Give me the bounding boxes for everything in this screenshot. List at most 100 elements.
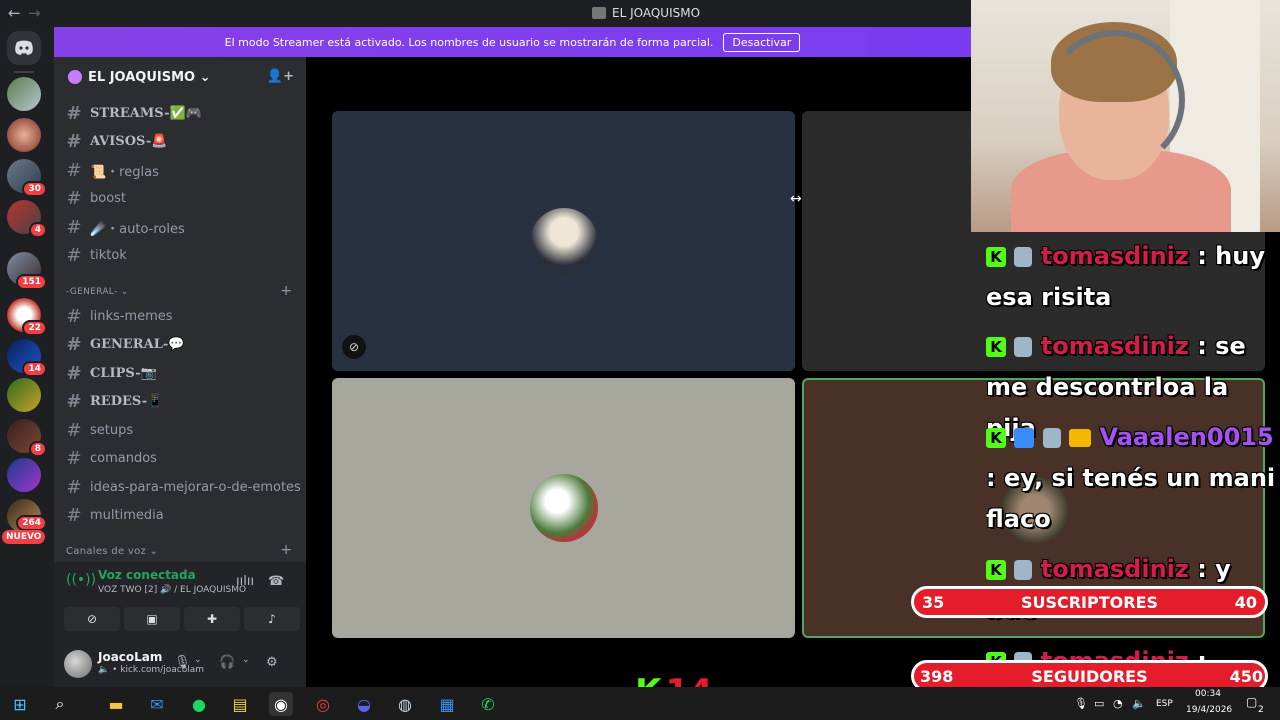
channel-name: ☄️・auto-roles <box>90 221 185 237</box>
voice-tile[interactable] <box>332 378 795 638</box>
crown-badge-icon <box>1069 429 1092 447</box>
channel-item[interactable]: # comandos <box>66 447 157 471</box>
voice-channel[interactable]: VOZ TWO [2] 🔊 / EL JOAQUISMO <box>98 585 246 595</box>
activities-button[interactable]: ✚ <box>184 607 240 631</box>
hash-icon: # <box>66 505 82 526</box>
category-voice[interactable]: Canales de voz ⌄ <box>66 546 158 557</box>
followers-label: SEGUIDORES <box>1031 667 1148 686</box>
server-icon[interactable]: 151 <box>7 252 47 290</box>
mail-icon[interactable]: ✉ <box>145 692 169 716</box>
store-icon[interactable]: ▦ <box>435 692 459 716</box>
channel-name: GENERAL-💬 <box>90 337 185 352</box>
search-icon[interactable]: ⌕ <box>48 692 72 716</box>
voice-tile[interactable]: ⊘ <box>332 111 795 371</box>
category-general[interactable]: -GENERAL- ⌄ <box>66 287 129 297</box>
invite-people-icon[interactable]: 👤+ <box>267 69 294 84</box>
channel-name: multimedia <box>90 508 164 523</box>
channel-item[interactable]: # GENERAL-💬 <box>66 333 184 357</box>
clock-time[interactable]: 00:34 <box>1195 689 1221 699</box>
chat-message: K tomasdiniz : huy esa risita <box>986 236 1276 318</box>
discord-icon[interactable]: ◒ <box>352 692 376 716</box>
spotify-icon[interactable]: ● <box>187 692 211 716</box>
windows-start-icon[interactable]: ⊞ <box>8 692 32 716</box>
hash-icon: # <box>66 391 82 412</box>
disconnect-icon[interactable]: ☎ <box>268 574 284 589</box>
banner-text: El modo Streamer está activado. Los nomb… <box>224 35 714 49</box>
channel-name: boost <box>90 191 127 206</box>
hash-icon: # <box>66 131 82 152</box>
obs-icon[interactable]: ◉ <box>269 692 293 716</box>
clock-date[interactable]: 19/4/2026 <box>1186 705 1232 715</box>
hash-icon: # <box>66 448 82 469</box>
back-arrow-icon[interactable]: ← <box>8 4 21 22</box>
channel-name: tiktok <box>90 248 127 263</box>
chat-message: K Vaaalen0015 : ey, si tenés un mani fla… <box>986 417 1276 540</box>
username[interactable]: JoacoLam <box>98 650 162 664</box>
subscribers-counter: 35 SUSCRIPTORES 40 <box>911 586 1268 618</box>
channel-item[interactable]: # links-memes <box>66 304 172 328</box>
sub-badge-icon <box>1014 337 1033 357</box>
server-icon[interactable]: 4 <box>7 200 47 238</box>
server-icon[interactable]: 30 <box>7 159 47 197</box>
chrome-icon[interactable]: ◎ <box>311 692 335 716</box>
server-icon[interactable]: 14 <box>7 339 47 377</box>
channel-item[interactable]: # AVISOS-🚨 <box>66 130 167 154</box>
noise-suppression-icon[interactable]: ıılıı <box>236 574 254 589</box>
server-icon[interactable]: 8 <box>7 419 47 457</box>
channel-item[interactable]: # ☄️・auto-roles <box>66 215 185 239</box>
channel-item[interactable]: # STREAMS-✅🎮 <box>66 101 202 125</box>
channel-item[interactable]: # REDES-📱 <box>66 390 163 414</box>
disable-streamer-button[interactable]: Desactivar <box>723 32 801 52</box>
camera-off-icon: ⊘ <box>342 335 366 359</box>
headphones-icon[interactable]: 🎧 <box>219 655 235 670</box>
notifications-icon[interactable]: ▢ <box>1246 695 1257 709</box>
file-explorer-icon[interactable]: ▬ <box>104 692 128 716</box>
channel-item[interactable]: # ideas-para-mejorar-o-de-emotes <box>66 475 300 499</box>
server-icon[interactable]: 264 <box>7 499 47 533</box>
subs-label: SUSCRIPTORES <box>1020 593 1159 612</box>
signal-icon[interactable]: ((•)) <box>66 572 96 588</box>
guild-header[interactable]: EL JOAQUISMO ⌄ 👤+ <box>54 57 306 97</box>
channel-item[interactable]: # 📜・reglas <box>66 158 158 182</box>
microphone-icon[interactable]: 🎙 <box>174 655 191 670</box>
channel-item[interactable]: # boost <box>66 187 126 211</box>
volume-icon[interactable]: 🔈 <box>1132 697 1146 710</box>
discord-home-icon[interactable] <box>7 31 41 65</box>
language-indicator[interactable]: ESP <box>1156 699 1173 709</box>
new-badge[interactable]: NUEVO <box>2 530 46 544</box>
server-icon[interactable]: 22 <box>7 298 47 336</box>
chevron-down-icon[interactable]: ⌄ <box>242 655 250 665</box>
soundboard-button[interactable]: ♪ <box>244 607 300 631</box>
battery-icon[interactable]: ▭ <box>1094 697 1104 710</box>
server-icon[interactable] <box>7 378 41 412</box>
settings-gear-icon[interactable]: ⚙ <box>266 655 278 670</box>
voice-status[interactable]: Voz conectada <box>98 568 196 582</box>
share-screen-button[interactable]: ▣ <box>124 607 180 631</box>
server-icon[interactable] <box>7 77 41 111</box>
steam-icon[interactable]: ◍ <box>393 692 417 716</box>
hash-icon: # <box>66 245 82 266</box>
camera-off-button[interactable]: ⊘ <box>64 607 120 631</box>
avatar[interactable] <box>64 650 92 678</box>
notes-icon[interactable]: ▤ <box>228 692 252 716</box>
channel-item[interactable]: # tiktok <box>66 244 127 268</box>
window-title: EL JOAQUISMO <box>592 6 700 20</box>
forward-arrow-icon[interactable]: → <box>28 4 41 22</box>
chevron-down-icon[interactable]: ⌄ <box>194 655 202 665</box>
channel-item[interactable]: # CLIPS-📷 <box>66 361 156 385</box>
avatar <box>530 474 598 542</box>
hash-icon: # <box>66 419 82 441</box>
channel-item[interactable]: # multimedia <box>66 504 164 528</box>
add-channel-icon[interactable]: + <box>280 283 292 299</box>
whatsapp-icon[interactable]: ✆ <box>476 692 500 716</box>
server-icon[interactable] <box>7 458 41 492</box>
channel-item[interactable]: # setups <box>66 418 133 442</box>
server-icon[interactable] <box>7 118 41 152</box>
stream-chat-overlay: K tomasdiniz : huy esa risita K tomasdin… <box>986 236 1280 720</box>
channel-name: STREAMS-✅🎮 <box>90 105 202 121</box>
guild-icon <box>68 70 82 84</box>
add-channel-icon[interactable]: + <box>280 542 292 558</box>
network-icon[interactable]: ◔ <box>1113 697 1123 710</box>
microphone-tray-icon[interactable]: 🎙 <box>1074 697 1088 710</box>
channel-name: comandos <box>90 451 157 466</box>
